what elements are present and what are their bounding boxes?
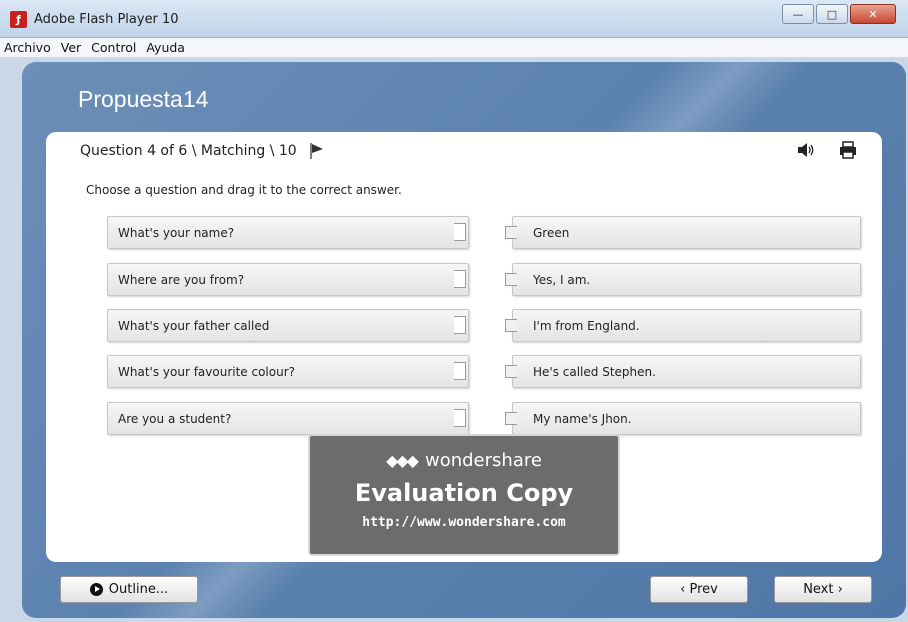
drop-slot-icon (505, 365, 517, 378)
window-controls: — □ ✕ (782, 4, 896, 24)
answer-label: Green (533, 225, 570, 240)
next-button[interactable]: Next › (774, 576, 872, 603)
menu-bar: Archivo Ver Control Ayuda (0, 38, 908, 58)
wondershare-logo-icon: ◆◆◆ (386, 451, 419, 470)
outline-label: Outline... (108, 582, 169, 597)
drag-question-2[interactable]: Where are you from? (107, 263, 469, 296)
close-button[interactable]: ✕ (850, 4, 896, 24)
presentation-title: Propuesta14 (78, 86, 209, 112)
drag-handle-icon (454, 409, 466, 427)
drop-answer-5[interactable]: My name's Jhon. (505, 402, 861, 435)
drop-slot-icon (505, 226, 517, 239)
question-label: Where are you from? (118, 272, 245, 287)
prev-label: ‹ Prev (680, 582, 718, 597)
evaluation-watermark: ◆◆◆ wondershare Evaluation Copy http://w… (308, 434, 620, 556)
menu-archivo[interactable]: Archivo (4, 40, 51, 55)
drag-question-5[interactable]: Are you a student? (107, 402, 469, 435)
drop-slot-icon (505, 273, 517, 286)
watermark-brand: wondershare (424, 450, 542, 471)
question-label: What's your favourite colour? (118, 364, 296, 379)
play-circle-icon (89, 583, 103, 596)
minimize-button[interactable]: — (782, 4, 814, 24)
window-titlebar: ƒ Adobe Flash Player 10 — □ ✕ (0, 0, 908, 38)
watermark-url: http://www.wondershare.com (362, 515, 566, 530)
maximize-button[interactable]: □ (816, 4, 848, 24)
flash-icon: ƒ (10, 11, 27, 28)
instruction-text: Choose a question and drag it to the cor… (86, 183, 402, 197)
question-label: What's your name? (118, 225, 235, 240)
drag-handle-icon (454, 316, 466, 334)
menu-ver[interactable]: Ver (61, 40, 81, 55)
drag-handle-icon (454, 270, 466, 288)
drop-slot-icon (505, 319, 517, 332)
drag-question-4[interactable]: What's your favourite colour? (107, 355, 469, 388)
answer-label: Yes, I am. (533, 272, 591, 287)
drop-answer-2[interactable]: Yes, I am. (505, 263, 861, 296)
question-header-text: Question 4 of 6 \ Matching \ 10 (80, 143, 297, 159)
menu-ayuda[interactable]: Ayuda (146, 40, 185, 55)
window-title: Adobe Flash Player 10 (34, 12, 179, 27)
drop-answer-3[interactable]: I'm from England. (505, 309, 861, 342)
menu-control[interactable]: Control (91, 40, 136, 55)
flag-icon[interactable] (309, 142, 325, 160)
drop-answer-1[interactable]: Green (505, 216, 861, 249)
answer-label: I'm from England. (533, 318, 640, 333)
answer-label: My name's Jhon. (533, 411, 632, 426)
drag-handle-icon (454, 362, 466, 380)
answer-label: He's called Stephen. (533, 364, 656, 379)
drag-question-1[interactable]: What's your name? (107, 216, 469, 249)
next-label: Next › (803, 582, 843, 597)
outline-button[interactable]: Outline... (60, 576, 198, 603)
printer-icon[interactable] (838, 140, 858, 164)
flash-player-stage: Propuesta14 Question 4 of 6 \ Matching \… (22, 62, 906, 618)
watermark-logo: ◆◆◆ wondershare (310, 450, 618, 471)
watermark-title: Evaluation Copy (354, 479, 574, 507)
header-tools (796, 140, 858, 164)
prev-button[interactable]: ‹ Prev (650, 576, 748, 603)
drag-question-3[interactable]: What's your father called (107, 309, 469, 342)
drop-slot-icon (505, 412, 517, 425)
question-label: What's your father called (118, 318, 270, 333)
question-header: Question 4 of 6 \ Matching \ 10 (80, 142, 325, 160)
drag-handle-icon (454, 223, 466, 241)
question-label: Are you a student? (118, 411, 232, 426)
drop-answer-4[interactable]: He's called Stephen. (505, 355, 861, 388)
speaker-icon[interactable] (796, 140, 816, 164)
